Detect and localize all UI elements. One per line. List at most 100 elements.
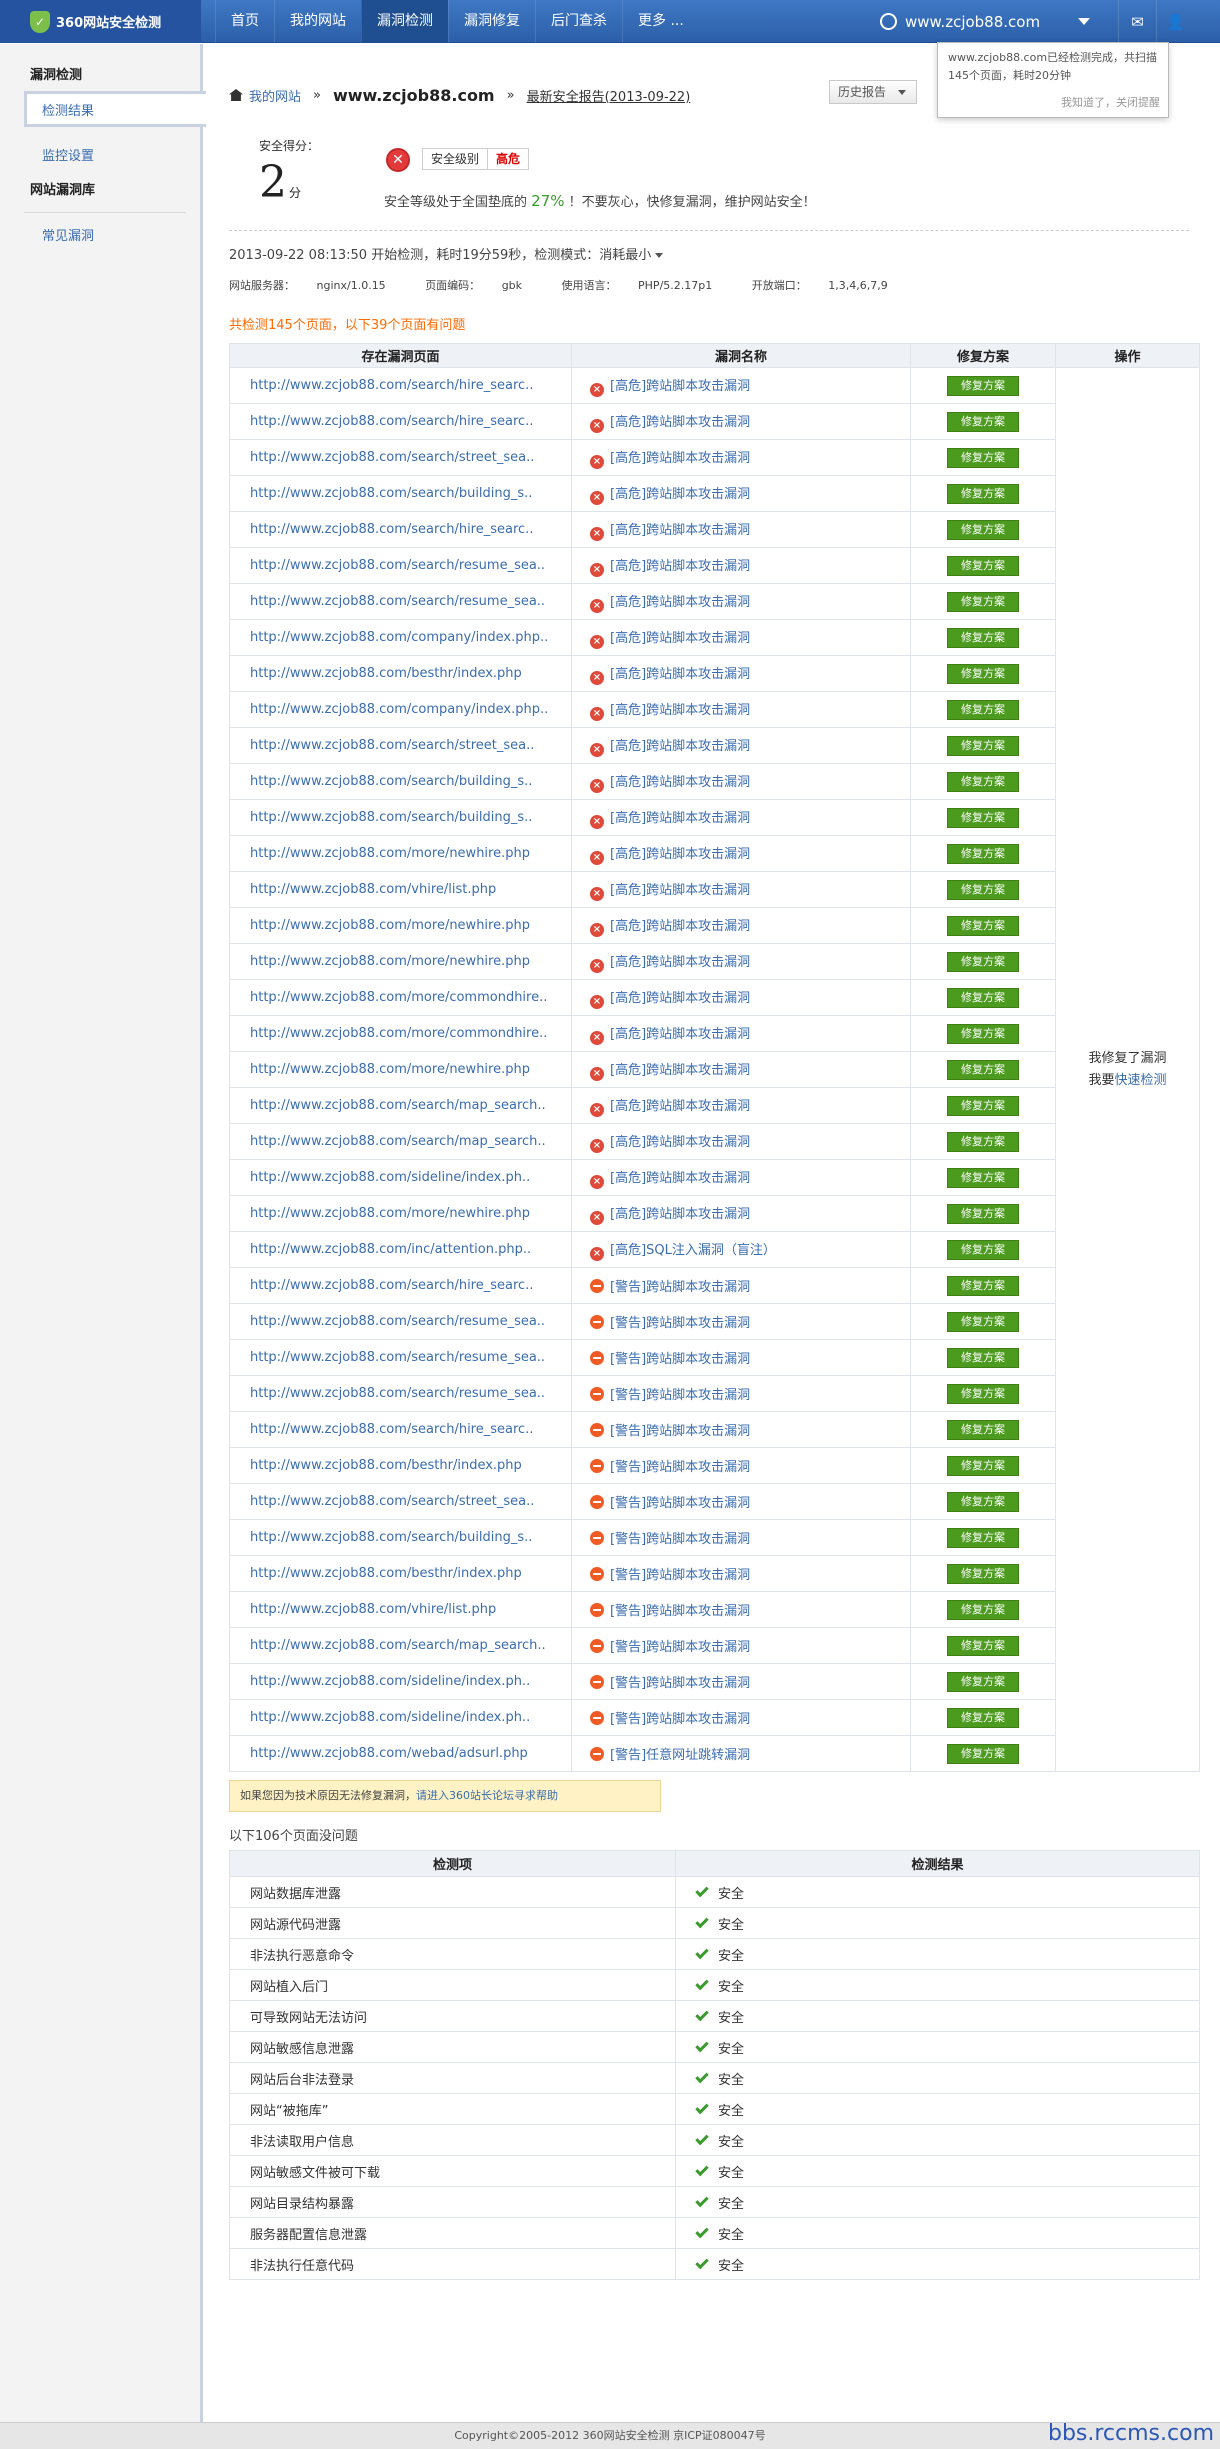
vuln-name-cell[interactable]: × [高危]跨站脚本攻击漏洞 [571,1123,911,1160]
fix-plan-button[interactable]: 修复方案 [947,627,1019,648]
fix-plan-button[interactable]: 修复方案 [947,915,1019,936]
vuln-name-cell[interactable]: × [高危]跨站脚本攻击漏洞 [571,1195,911,1232]
vuln-name-cell[interactable]: × [高危]跨站脚本攻击漏洞 [571,835,911,872]
fix-plan-button[interactable]: 修复方案 [947,879,1019,900]
vuln-page-link[interactable]: http://www.zcjob88.com/vhire/list.php [229,871,572,908]
scan-timeline[interactable]: 2013-09-22 08:13:50 开始检测，耗时19分59秒，检测模式：消… [229,244,664,263]
vuln-name-cell[interactable]: × [高危]跨站脚本攻击漏洞 [571,511,911,548]
vuln-page-link[interactable]: http://www.zcjob88.com/search/street_sea… [229,1483,572,1520]
fix-plan-button[interactable]: 修复方案 [947,1023,1019,1044]
vuln-name-cell[interactable]: × [高危]跨站脚本攻击漏洞 [571,943,911,980]
logo[interactable]: ✓ 360网站安全检测 [0,0,201,43]
mail-icon[interactable]: ✉ [1118,0,1156,43]
fix-plan-button[interactable]: 修复方案 [947,1383,1019,1404]
vuln-name-cell[interactable]: [警告]跨站脚本攻击漏洞 [571,1303,911,1340]
vuln-name-cell[interactable]: [警告]跨站脚本攻击漏洞 [571,1591,911,1628]
history-report-dropdown[interactable]: 历史报告 [829,80,917,104]
vuln-page-link[interactable]: http://www.zcjob88.com/search/street_sea… [229,727,572,764]
vuln-name-cell[interactable]: [警告]跨站脚本攻击漏洞 [571,1663,911,1700]
fix-plan-button[interactable]: 修复方案 [947,771,1019,792]
nav-vuln-fix[interactable]: 漏洞修复 [448,0,535,43]
vuln-page-link[interactable]: http://www.zcjob88.com/sideline/index.ph… [229,1663,572,1700]
vuln-page-link[interactable]: http://www.zcjob88.com/besthr/index.php [229,1447,572,1484]
vuln-page-link[interactable]: http://www.zcjob88.com/search/building_s… [229,475,572,512]
vuln-page-link[interactable]: http://www.zcjob88.com/search/map_search… [229,1087,572,1124]
fix-plan-button[interactable]: 修复方案 [947,699,1019,720]
fix-plan-button[interactable]: 修复方案 [947,1131,1019,1152]
fix-plan-button[interactable]: 修复方案 [947,1347,1019,1368]
vuln-name-cell[interactable]: × [高危]跨站脚本攻击漏洞 [571,763,911,800]
breadcrumb-my-sites[interactable]: 我的网站 [249,86,301,105]
fix-plan-button[interactable]: 修复方案 [947,1707,1019,1728]
vuln-page-link[interactable]: http://www.zcjob88.com/search/hire_searc… [229,511,572,548]
vuln-page-link[interactable]: http://www.zcjob88.com/webad/adsurl.php [229,1735,572,1772]
fix-plan-button[interactable]: 修复方案 [947,807,1019,828]
fix-plan-button[interactable]: 修复方案 [947,663,1019,684]
vuln-name-cell[interactable]: [警告]跨站脚本攻击漏洞 [571,1519,911,1556]
fix-plan-button[interactable]: 修复方案 [947,1743,1019,1764]
vuln-page-link[interactable]: http://www.zcjob88.com/company/index.php… [229,619,572,656]
vuln-page-link[interactable]: http://www.zcjob88.com/more/newhire.php [229,943,572,980]
vuln-name-cell[interactable]: [警告]跨站脚本攻击漏洞 [571,1447,911,1484]
vuln-name-cell[interactable]: × [高危]跨站脚本攻击漏洞 [571,907,911,944]
vuln-name-cell[interactable]: [警告]跨站脚本攻击漏洞 [571,1411,911,1448]
fix-plan-button[interactable]: 修复方案 [947,483,1019,504]
vuln-page-link[interactable]: http://www.zcjob88.com/sideline/index.ph… [229,1159,572,1196]
vuln-name-cell[interactable]: × [高危]跨站脚本攻击漏洞 [571,799,911,836]
vuln-page-link[interactable]: http://www.zcjob88.com/search/resume_sea… [229,583,572,620]
fix-plan-button[interactable]: 修复方案 [947,1635,1019,1656]
latest-report-link[interactable]: 最新安全报告(2013-09-22) [527,86,691,105]
nav-backdoor-scan[interactable]: 后门查杀 [535,0,622,43]
vuln-page-link[interactable]: http://www.zcjob88.com/more/newhire.php [229,835,572,872]
vuln-name-cell[interactable]: × [高危]跨站脚本攻击漏洞 [571,1087,911,1124]
fix-plan-button[interactable]: 修复方案 [947,375,1019,396]
quick-scan-link[interactable]: 快速检测 [1115,1073,1167,1088]
fix-plan-button[interactable]: 修复方案 [947,519,1019,540]
vuln-page-link[interactable]: http://www.zcjob88.com/search/resume_sea… [229,1375,572,1412]
nav-home[interactable]: 首页 [215,0,274,43]
vuln-name-cell[interactable]: [警告]跨站脚本攻击漏洞 [571,1555,911,1592]
vuln-page-link[interactable]: http://www.zcjob88.com/more/newhire.php [229,1195,572,1232]
fix-plan-button[interactable]: 修复方案 [947,843,1019,864]
vuln-page-link[interactable]: http://www.zcjob88.com/search/street_sea… [229,439,572,476]
vuln-name-cell[interactable]: × [高危]跨站脚本攻击漏洞 [571,367,911,404]
fix-plan-button[interactable]: 修复方案 [947,591,1019,612]
fix-plan-button[interactable]: 修复方案 [947,555,1019,576]
vuln-name-cell[interactable]: × [高危]跨站脚本攻击漏洞 [571,475,911,512]
nav-my-sites[interactable]: 我的网站 [274,0,361,43]
fix-plan-button[interactable]: 修复方案 [947,447,1019,468]
vuln-name-cell[interactable]: × [高危]跨站脚本攻击漏洞 [571,979,911,1016]
vuln-name-cell[interactable]: × [高危]跨站脚本攻击漏洞 [571,583,911,620]
vuln-page-link[interactable]: http://www.zcjob88.com/besthr/index.php [229,1555,572,1592]
vuln-page-link[interactable]: http://www.zcjob88.com/search/hire_searc… [229,1267,572,1304]
vuln-name-cell[interactable]: × [高危]跨站脚本攻击漏洞 [571,691,911,728]
vuln-name-cell[interactable]: [警告]任意网址跳转漏洞 [571,1735,911,1772]
nav-vuln-scan[interactable]: 漏洞检测 [361,0,448,43]
fix-plan-button[interactable]: 修复方案 [947,411,1019,432]
forum-help-link[interactable]: 请进入360站长论坛寻求帮助 [416,1789,558,1802]
vuln-page-link[interactable]: http://www.zcjob88.com/search/building_s… [229,1519,572,1556]
vuln-page-link[interactable]: http://www.zcjob88.com/search/map_search… [229,1627,572,1664]
fix-plan-button[interactable]: 修复方案 [947,1239,1019,1260]
vuln-page-link[interactable]: http://www.zcjob88.com/more/commondhire.… [229,979,572,1016]
vuln-page-link[interactable]: http://www.zcjob88.com/search/map_search… [229,1123,572,1160]
vuln-page-link[interactable]: http://www.zcjob88.com/search/building_s… [229,799,572,836]
vuln-name-cell[interactable]: × [高危]跨站脚本攻击漏洞 [571,727,911,764]
vuln-name-cell[interactable]: [警告]跨站脚本攻击漏洞 [571,1375,911,1412]
sidebar-item-scan-results[interactable]: 检测结果 [24,91,206,127]
vuln-page-link[interactable]: http://www.zcjob88.com/search/resume_sea… [229,1303,572,1340]
user-icon[interactable]: 👤 [1156,0,1194,43]
vuln-page-link[interactable]: http://www.zcjob88.com/search/resume_sea… [229,1339,572,1376]
fix-plan-button[interactable]: 修复方案 [947,735,1019,756]
vuln-page-link[interactable]: http://www.zcjob88.com/search/building_s… [229,763,572,800]
vuln-name-cell[interactable]: × [高危]SQL注入漏洞（盲注） [571,1231,911,1268]
vuln-name-cell[interactable]: [警告]跨站脚本攻击漏洞 [571,1267,911,1304]
vuln-name-cell[interactable]: × [高危]跨站脚本攻击漏洞 [571,619,911,656]
vuln-page-link[interactable]: http://www.zcjob88.com/search/hire_searc… [229,367,572,404]
fix-plan-button[interactable]: 修复方案 [947,1563,1019,1584]
fix-plan-button[interactable]: 修复方案 [947,1311,1019,1332]
fix-plan-button[interactable]: 修复方案 [947,1599,1019,1620]
vuln-name-cell[interactable]: × [高危]跨站脚本攻击漏洞 [571,655,911,692]
vuln-page-link[interactable]: http://www.zcjob88.com/more/newhire.php [229,1051,572,1088]
vuln-page-link[interactable]: http://www.zcjob88.com/vhire/list.php [229,1591,572,1628]
